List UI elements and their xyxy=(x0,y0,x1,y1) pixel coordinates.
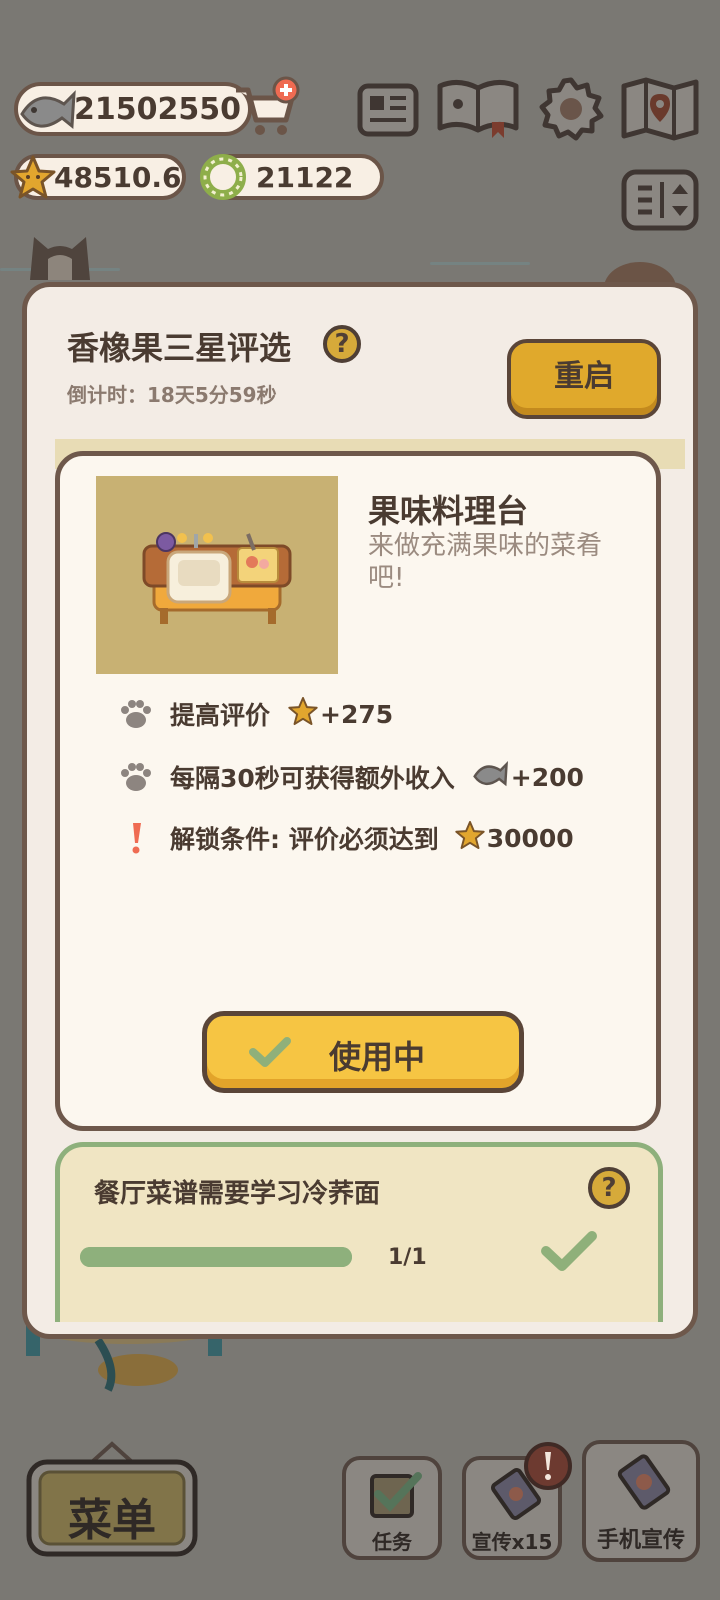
countdown-timer: 倒计时：18天5分59秒 xyxy=(67,383,277,407)
fruit-kitchen-counter-image xyxy=(96,476,338,674)
task-progress-fill xyxy=(80,1247,352,1267)
sort-toggle-icon[interactable] xyxy=(620,168,700,232)
item-name: 果味料理台 xyxy=(368,492,529,530)
help-icon[interactable]: ? xyxy=(588,1167,630,1209)
star-icon xyxy=(10,154,56,207)
stat-row-rating: 提高评价 +275 xyxy=(110,696,393,732)
task-progress-bar xyxy=(80,1247,352,1267)
item-description: 来做充满果味的菜肴吧! xyxy=(368,531,603,593)
stat-label: 解锁条件: 评价必须达到 xyxy=(170,825,439,854)
ring-amount: 21122 xyxy=(256,160,354,194)
paw-icon xyxy=(110,761,162,793)
check-icon xyxy=(249,1036,291,1072)
menu-label: 菜单 xyxy=(68,1495,156,1546)
star-icon xyxy=(288,696,318,732)
ring-currency-display: 21122 xyxy=(200,154,384,200)
recipe-book-icon[interactable] xyxy=(436,76,520,140)
paw-icon xyxy=(110,698,162,730)
phone-promotion-label: 手机宣传 xyxy=(596,1528,685,1553)
task-card: 餐厅菜谱需要学习冷荞面 ? 1/1 xyxy=(55,1142,663,1322)
star-rating-display: 48510.6 xyxy=(10,154,186,200)
checklist-icon xyxy=(366,1470,424,1524)
stat-label: 提高评价 xyxy=(170,701,271,730)
fish-icon xyxy=(16,84,78,144)
task-complete-check-icon xyxy=(540,1229,598,1277)
star-amount: 48510.6 xyxy=(54,160,182,194)
menu-board-button[interactable]: 菜单 xyxy=(26,1440,198,1558)
newspaper-icon[interactable] xyxy=(356,80,420,140)
stat-row-unlock: 解锁条件: 评价必须达到 30000 xyxy=(110,820,574,856)
promotion-label: 宣传x15 xyxy=(471,1530,553,1554)
fish-currency-display: 21502550 xyxy=(14,82,252,136)
task-description: 餐厅菜谱需要学习冷荞面 xyxy=(94,1179,381,1209)
task-progress-count: 1/1 xyxy=(388,1245,427,1270)
in-use-button[interactable]: 使用中 xyxy=(202,1011,524,1093)
rating-contest-modal: 香橡果三星评选 ? 倒计时：18天5分59秒 重启 果味料理台 来做充满果味的菜… xyxy=(22,282,698,1339)
phone-promotion-button[interactable]: 手机宣传 xyxy=(582,1440,700,1562)
stat-row-income: 每隔30秒可获得额外收入 +200 xyxy=(110,758,584,796)
map-icon[interactable] xyxy=(620,76,700,142)
help-icon[interactable]: ? xyxy=(323,325,361,363)
modal-title: 香橡果三星评选 xyxy=(67,329,292,367)
restart-button[interactable]: 重启 xyxy=(507,339,661,419)
item-card: 果味料理台 来做充满果味的菜肴吧! 提高评价 +275 每隔30秒可获得额外收入… xyxy=(55,451,661,1131)
star-icon xyxy=(455,820,485,856)
ring-icon xyxy=(200,154,246,207)
cat-character-icon xyxy=(20,225,100,285)
gear-icon[interactable] xyxy=(538,76,604,142)
exclamation-icon xyxy=(110,821,162,855)
stat-label: 每隔30秒可获得额外收入 xyxy=(170,764,455,793)
in-use-label: 使用中 xyxy=(329,1038,426,1076)
fish-amount: 21502550 xyxy=(74,91,241,127)
tasks-label: 任务 xyxy=(372,1530,412,1554)
shop-cart-button[interactable] xyxy=(230,76,302,140)
stat-value: 30000 xyxy=(486,823,574,853)
stat-value: +275 xyxy=(320,699,394,729)
tasks-button[interactable]: 任务 xyxy=(342,1456,442,1560)
background-decoration xyxy=(430,262,530,265)
phone-flyer-icon xyxy=(614,1454,674,1516)
fish-icon xyxy=(471,758,509,796)
alert-badge-icon xyxy=(522,1440,574,1492)
stat-value: +200 xyxy=(510,762,584,792)
